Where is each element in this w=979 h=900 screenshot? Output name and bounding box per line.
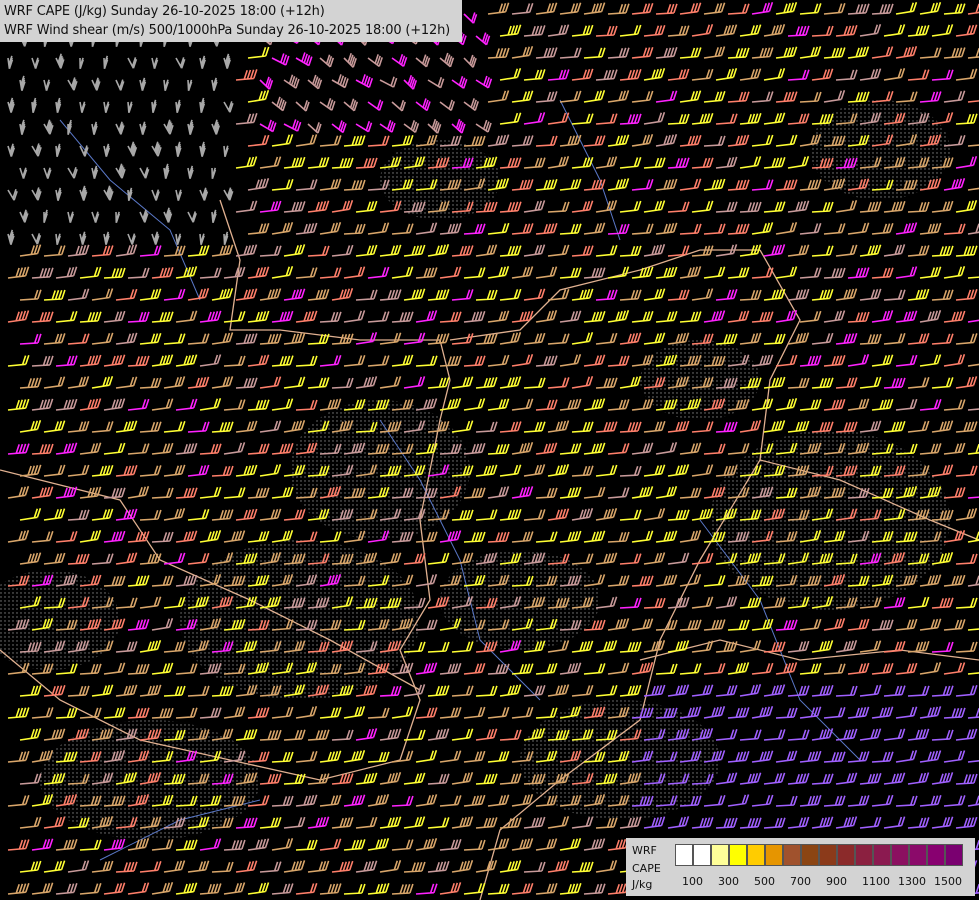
legend-swatch bbox=[819, 844, 837, 866]
legend-swatch bbox=[891, 844, 909, 866]
title-wind-shear: WRF Wind shear (m/s) 500/1000hPa Sunday … bbox=[4, 23, 450, 38]
legend-swatch bbox=[927, 844, 945, 866]
legend-swatch bbox=[765, 844, 783, 866]
legend-color-scale bbox=[675, 844, 963, 866]
legend-tick-label: 900 bbox=[826, 875, 847, 888]
legend-swatch bbox=[909, 844, 927, 866]
cape-legend: WRF CAPE J/kg 100 300 500 700 900 1100 1300 150… bbox=[626, 838, 975, 896]
legend-model: WRF bbox=[632, 844, 657, 857]
legend-swatch bbox=[675, 844, 693, 866]
title-cape: WRF CAPE (J/kg) Sunday 26-10-2025 18:00 … bbox=[4, 4, 325, 19]
legend-swatch bbox=[945, 844, 963, 866]
legend-swatch bbox=[729, 844, 747, 866]
legend-unit: J/kg bbox=[632, 878, 653, 891]
legend-swatch bbox=[801, 844, 819, 866]
map-title: WRF CAPE (J/kg) Sunday 26-10-2025 18:00 … bbox=[0, 0, 462, 42]
legend-swatch bbox=[783, 844, 801, 866]
legend-tick-label: 100 bbox=[682, 875, 703, 888]
legend-swatch bbox=[855, 844, 873, 866]
legend-swatch bbox=[747, 844, 765, 866]
legend-swatch bbox=[711, 844, 729, 866]
legend-tick-label: 500 bbox=[754, 875, 775, 888]
legend-field: CAPE bbox=[632, 862, 661, 875]
legend-tick-label: 1100 bbox=[862, 875, 890, 888]
legend-swatch bbox=[693, 844, 711, 866]
legend-swatch bbox=[873, 844, 891, 866]
legend-tick-label: 300 bbox=[718, 875, 739, 888]
legend-tick-label: 1500 bbox=[934, 875, 962, 888]
legend-swatch bbox=[837, 844, 855, 866]
weather-map bbox=[0, 0, 979, 900]
legend-tick-label: 700 bbox=[790, 875, 811, 888]
legend-tick-label: 1300 bbox=[898, 875, 926, 888]
